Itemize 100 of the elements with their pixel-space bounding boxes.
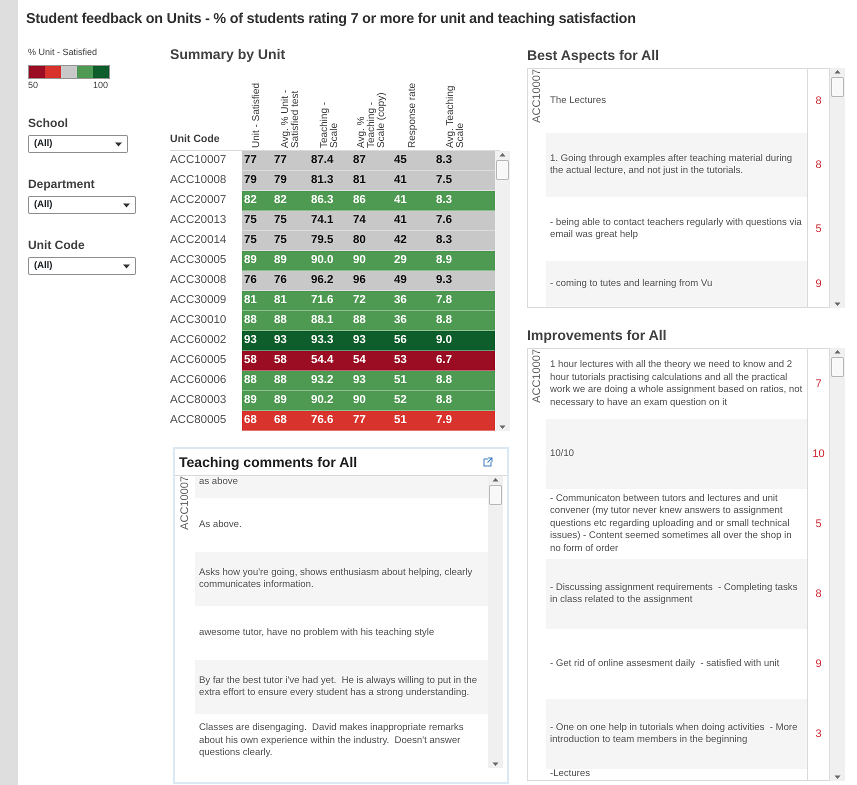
filter-label: Department bbox=[28, 176, 96, 193]
rating-value: 3 bbox=[815, 726, 822, 742]
scrollbar[interactable] bbox=[495, 151, 510, 431]
comment-text: 1. Going through examples after teaching material during the actual lecture, and not just in the tutorials. bbox=[550, 152, 794, 178]
table-cell-text: 88 bbox=[273, 312, 288, 328]
comment-text: - coming to tutes and learning from Vu bbox=[550, 278, 712, 290]
scroll-down-icon[interactable] bbox=[499, 424, 506, 431]
table-cell-text: 88.1 bbox=[310, 312, 334, 328]
table-cell-text: 71.6 bbox=[310, 292, 334, 308]
table-cell-text: 77 bbox=[273, 152, 288, 168]
table-cell-text: 79 bbox=[273, 172, 288, 188]
table-cell-text: 96.2 bbox=[310, 272, 334, 288]
table-cell-text: 81.3 bbox=[310, 172, 334, 188]
table-cell-text: 76 bbox=[243, 272, 258, 288]
caret-icon bbox=[123, 264, 130, 268]
comment-text: - One on one help in tutorials when doing activities - More introduction to team members in the beginning bbox=[550, 722, 798, 746]
table-cell-text: 41 bbox=[393, 192, 408, 208]
table-cell-text: 53 bbox=[393, 352, 408, 368]
table-cell-text: 86 bbox=[352, 192, 367, 208]
filter-label: School bbox=[28, 115, 70, 132]
table-cell-text: 76 bbox=[273, 272, 288, 288]
unit-code: ACC60002 bbox=[170, 333, 228, 348]
scroll-thumb[interactable] bbox=[489, 485, 502, 505]
rating-value: 10 bbox=[812, 446, 825, 462]
table-cell-text: 8.8 bbox=[435, 312, 453, 328]
scrollbar[interactable] bbox=[830, 68, 845, 308]
comment-text: As above. bbox=[199, 518, 242, 532]
table-cell-text: 89 bbox=[243, 392, 258, 408]
unit-code: ACC20007 bbox=[170, 193, 228, 208]
table-cell-text: 93 bbox=[352, 372, 367, 388]
table-cell-text: 75 bbox=[243, 212, 258, 228]
unit-label: ACC10007 bbox=[178, 476, 192, 530]
section-title: Summary by Unit bbox=[170, 45, 286, 64]
table-cell-text: 77 bbox=[243, 152, 258, 168]
rating-value: 5 bbox=[815, 516, 822, 532]
unit-code: ACC30005 bbox=[170, 253, 228, 268]
rating-value: 8 bbox=[815, 586, 822, 602]
scroll-up-icon[interactable] bbox=[834, 348, 841, 355]
table-cell-text: 90.2 bbox=[310, 392, 334, 408]
table-cell-text: 81 bbox=[273, 292, 288, 308]
external-link-icon[interactable] bbox=[483, 457, 493, 467]
unit-code: ACC30010 bbox=[170, 313, 228, 328]
scroll-down-icon[interactable] bbox=[834, 774, 841, 781]
table-cell-text: 8.3 bbox=[435, 152, 453, 168]
scroll-down-icon[interactable] bbox=[834, 301, 841, 308]
caret-icon bbox=[123, 202, 130, 208]
comment-text: - Get rid of online assesment daily - satisfied with unit bbox=[550, 658, 780, 670]
comment-text: Asks how you're going, shows enthusiasm about helping, clearly communicates information. bbox=[199, 566, 474, 592]
table-cell-text: 41 bbox=[393, 212, 408, 228]
comment-text: The Lectures bbox=[550, 94, 606, 108]
unit-code: ACC20014 bbox=[170, 233, 228, 248]
legend-min-label: 50 bbox=[28, 78, 38, 92]
table-cell-text: 76.6 bbox=[310, 412, 334, 428]
scrollbar[interactable] bbox=[830, 348, 845, 781]
scroll-up-icon[interactable] bbox=[492, 476, 499, 483]
rating-value: 7 bbox=[815, 376, 822, 392]
scroll-thumb[interactable] bbox=[831, 77, 844, 97]
column-header: Unit - Satisfied bbox=[252, 82, 262, 148]
table-cell-text: 74.1 bbox=[310, 212, 334, 228]
table-cell-text: 74 bbox=[352, 212, 367, 228]
table-cell-text: 8.8 bbox=[435, 392, 453, 408]
table-cell-text: 96 bbox=[352, 272, 367, 288]
table-cell-text: 6.7 bbox=[435, 352, 453, 368]
scroll-down-icon[interactable] bbox=[492, 761, 499, 768]
table-cell-text: 75 bbox=[243, 232, 258, 248]
column-header: Avg. % Teaching - Scale (copy) bbox=[356, 91, 386, 148]
table-cell-text: 88 bbox=[243, 312, 258, 328]
section-title: Improvements for All bbox=[527, 326, 668, 345]
table-cell-text: 42 bbox=[393, 232, 408, 248]
rating-value: 9 bbox=[815, 276, 822, 292]
table-cell-text: 8.9 bbox=[435, 252, 453, 268]
scroll-thumb[interactable] bbox=[831, 357, 844, 377]
table-cell-text: 87.4 bbox=[310, 152, 334, 168]
table-cell-text: 68 bbox=[273, 412, 288, 428]
table-cell-text: 89 bbox=[273, 252, 288, 268]
rating-value: 5 bbox=[815, 222, 822, 237]
section-title: Best Aspects for All bbox=[527, 46, 660, 65]
comment-text: awesome tutor, have no problem with his teaching style bbox=[199, 626, 434, 640]
scroll-up-icon[interactable] bbox=[834, 68, 841, 75]
table-cell-text: 93 bbox=[273, 332, 288, 348]
table-cell-text: 54.4 bbox=[310, 352, 334, 368]
comment-text: 1 hour lectures with all the theory we need to know and 2 hour tutorials practising calculations and all the practical work we are doing a whole assignment based on ratios, not necessary to have an exam question on it bbox=[550, 359, 803, 409]
filter-dropdown[interactable]: (All) bbox=[28, 135, 128, 153]
table-cell-text: 29 bbox=[393, 252, 408, 268]
table-cell-text: 93 bbox=[352, 332, 367, 348]
comment-text: Classes are disengaging. David makes inappropriate remarks about his own experience within the industry. Doesn't answer questions clearly. bbox=[199, 722, 464, 760]
table-cell-text: 58 bbox=[243, 352, 258, 368]
scroll-up-icon[interactable] bbox=[499, 151, 506, 158]
table-cell-text: 72 bbox=[352, 292, 367, 308]
dashboard-title: Student feedback on Units - % of students rating 7 or more for unit and teaching satisfaction bbox=[25, 10, 637, 29]
filter-dropdown[interactable]: (All) bbox=[28, 257, 136, 275]
table-cell-text: 79.5 bbox=[310, 232, 334, 248]
unit-label: ACC10007 bbox=[530, 69, 544, 123]
scroll-thumb[interactable] bbox=[496, 160, 509, 180]
column-header: Unit Code bbox=[170, 132, 221, 148]
table-cell-text: 81 bbox=[243, 292, 258, 308]
unit-label: ACC10007 bbox=[530, 349, 544, 403]
filter-dropdown[interactable]: (All) bbox=[28, 196, 136, 214]
table-cell-text: 8.3 bbox=[435, 232, 453, 248]
scrollbar[interactable] bbox=[488, 476, 503, 768]
